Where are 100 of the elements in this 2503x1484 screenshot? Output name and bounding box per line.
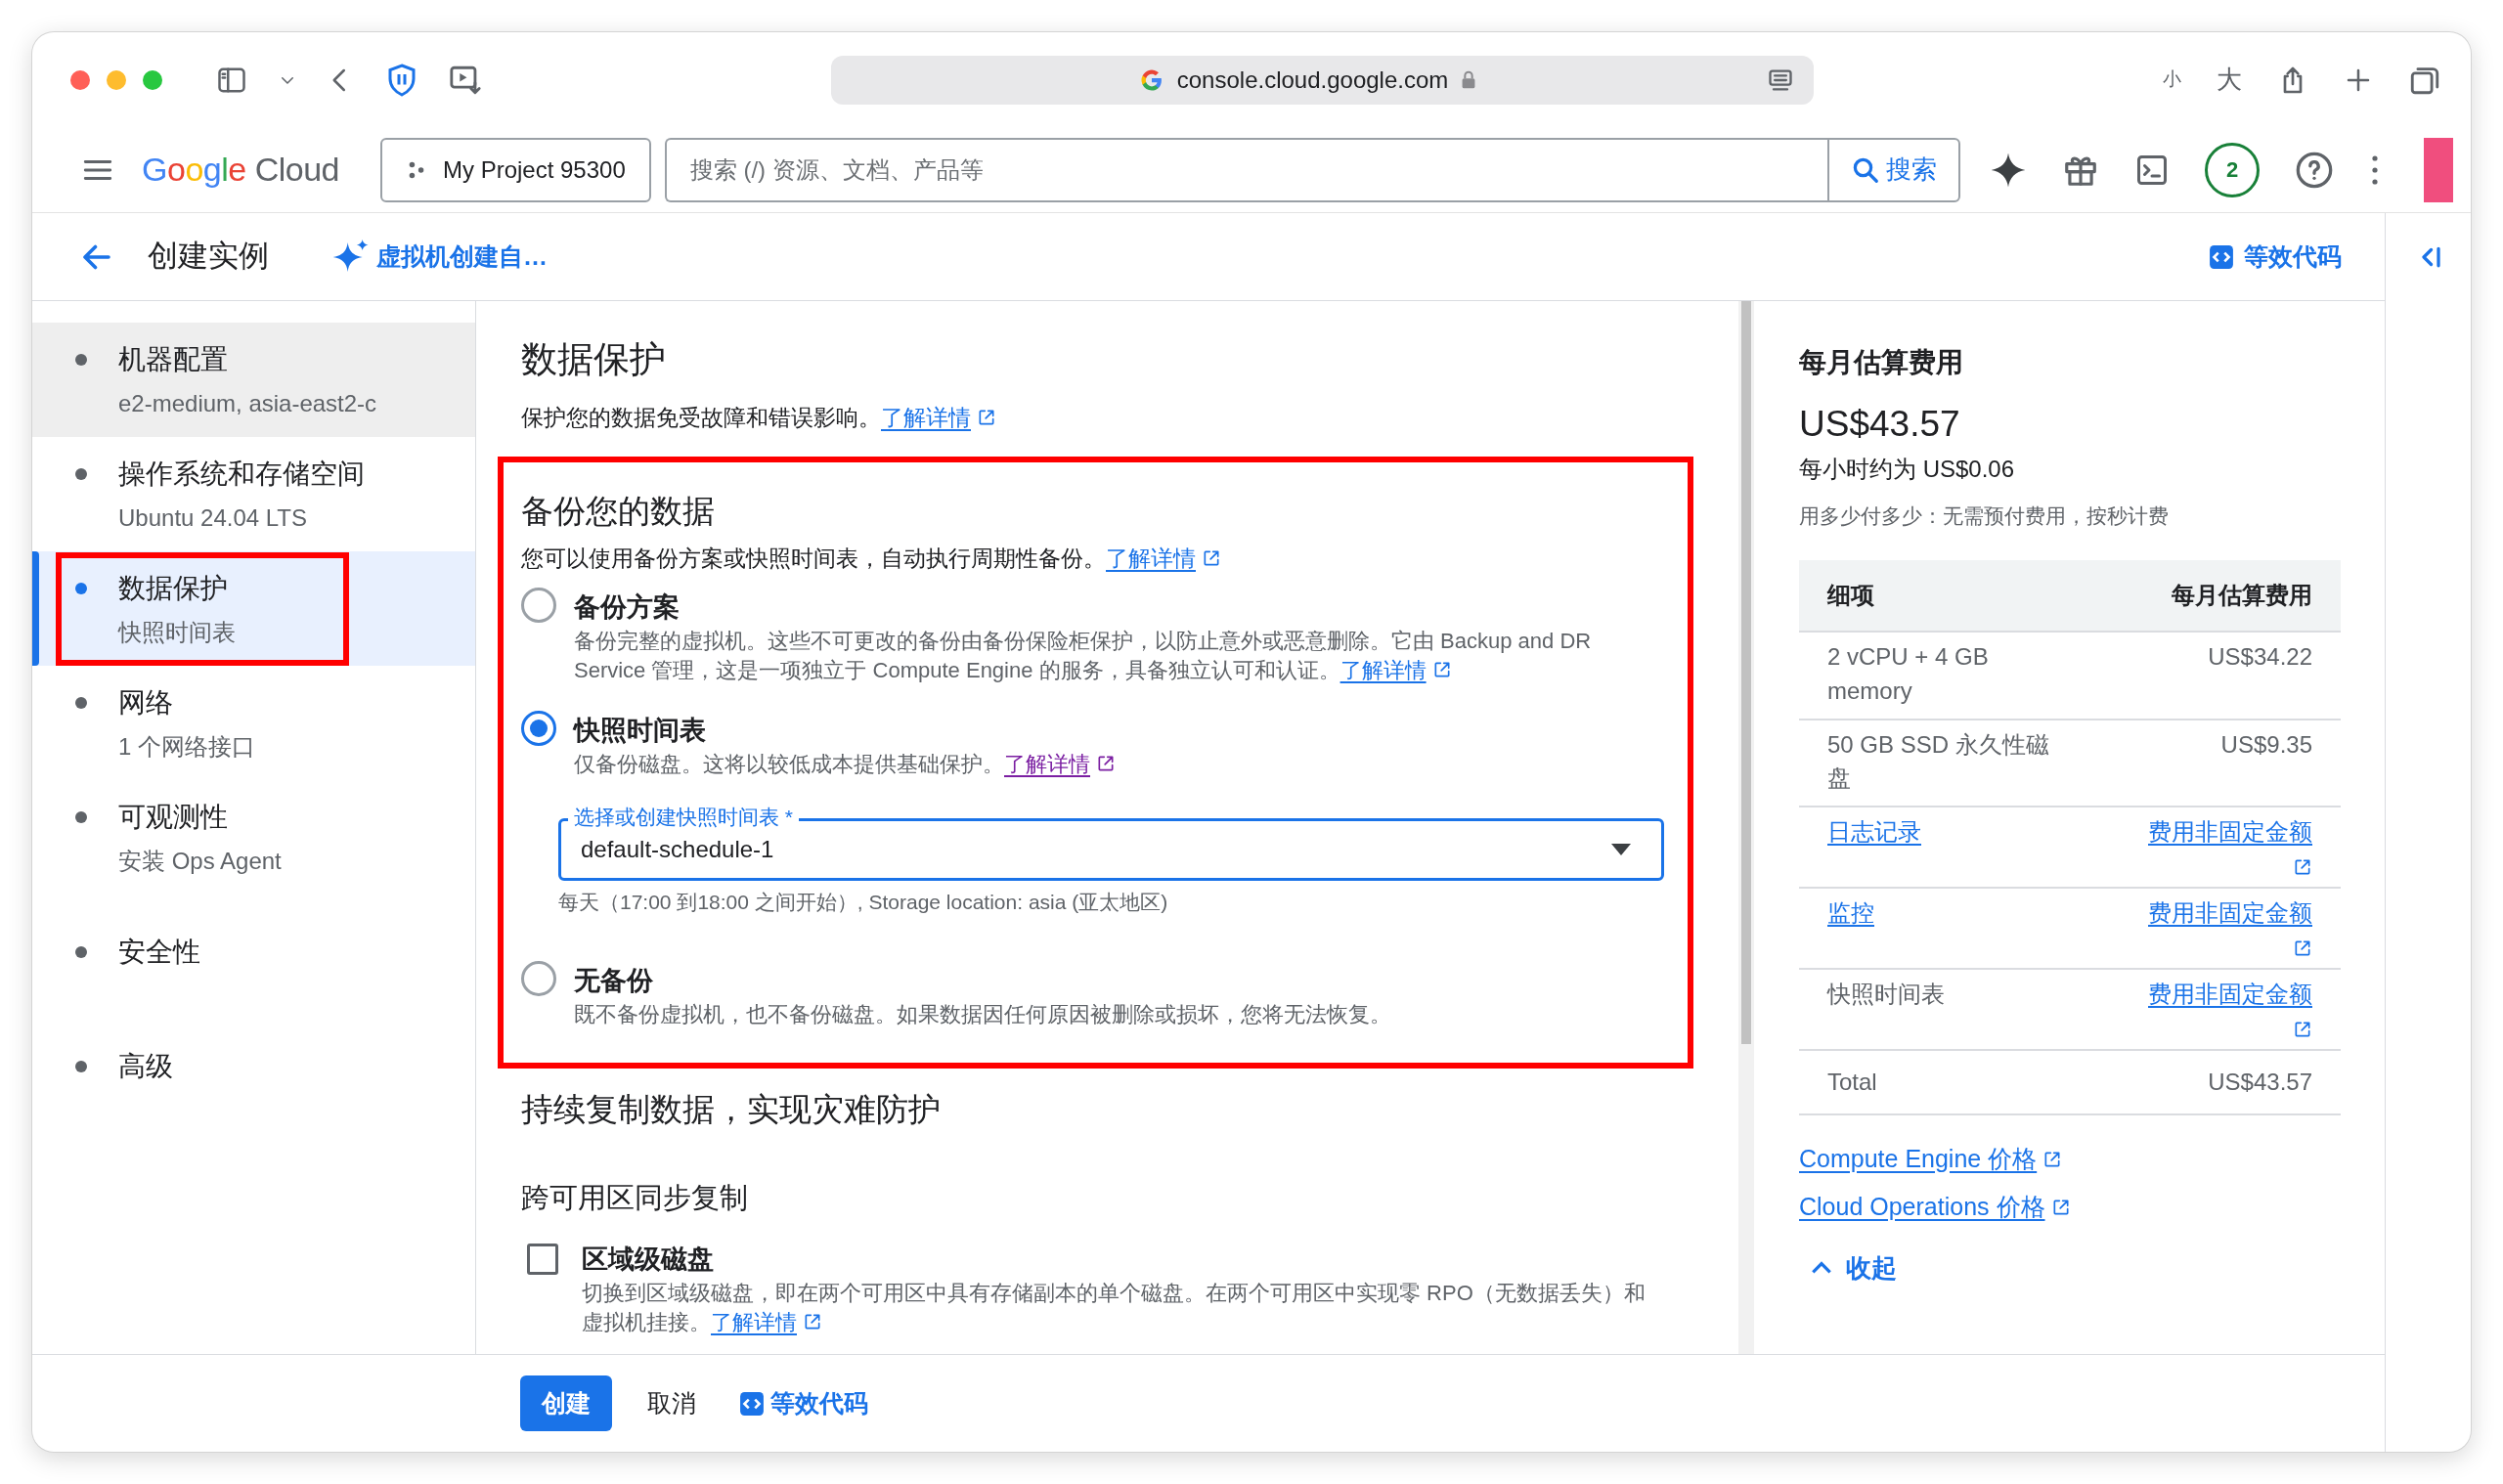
sidebar-item[interactable]: 操作系统和存储空间 Ubuntu 24.04 LTS (32, 437, 475, 551)
step-title: 机器配置 (118, 342, 229, 376)
external-link-icon (2042, 1149, 2063, 1169)
page-title: 创建实例 (148, 238, 269, 276)
google-cloud-logo[interactable]: Google Cloud (142, 145, 339, 195)
help-icon[interactable] (2295, 150, 2334, 190)
cost-link[interactable]: 费用非固定金额 (2148, 977, 2312, 1039)
step-title: 操作系统和存储空间 (118, 457, 365, 491)
group-title: 跨可用区同步复制 (521, 1181, 749, 1216)
section-title: 数据保护 (521, 338, 667, 381)
dropdown-caret-icon (1610, 843, 1632, 857)
bullet-icon (75, 353, 87, 366)
option-label: 备份方案 (574, 591, 681, 624)
column-header: 细项 (1827, 581, 1874, 610)
external-link-icon (1202, 548, 1221, 569)
project-picker-button[interactable]: My Project 95300 (380, 137, 651, 202)
sidebar-item[interactable]: 机器配置 e2-medium, asia-east2-c (32, 323, 475, 437)
line-item: 50 GB SSD 永久性磁盘 (1827, 730, 2049, 792)
bullet-icon (75, 810, 87, 823)
search-button[interactable]: 搜索 (1827, 137, 1960, 202)
radio-button[interactable] (521, 960, 556, 996)
radio-button[interactable] (521, 588, 556, 623)
learn-more-link[interactable]: 了解详情 (1339, 658, 1452, 683)
step-title: 高级 (118, 1049, 173, 1083)
step-subtitle: Ubuntu 24.04 LTS (118, 502, 309, 533)
line-item: 快照时间表 (1827, 980, 1945, 1007)
cost-link[interactable]: 费用非固定金额 (2148, 815, 2312, 877)
step-subtitle: 安装 Ops Agent (118, 846, 282, 876)
external-link-icon (2293, 1019, 2312, 1039)
hourly-cost: 每小时约为 US$0.06 (1799, 454, 2016, 484)
search-field[interactable]: 搜索 (/) 资源、文档、产品等 (664, 137, 1827, 202)
external-link-icon (2293, 938, 2312, 958)
option-description: 仅备份磁盘。这将以较低成本提供基础保护。了解详情 (574, 750, 1664, 780)
code-link[interactable]: 等效代码 (2209, 238, 2342, 276)
external-link-icon (2293, 857, 2312, 877)
subsection-description: 您可以使用备份方案或快照时间表，自动执行周期性备份。了解详情 (521, 542, 1664, 576)
learn-more-link[interactable]: 了解详情 (711, 1310, 822, 1334)
sidebar-item[interactable]: 可观测性 安装 Ops Agent (32, 780, 475, 895)
floating-label: 选择或创建快照时间表 * (568, 805, 799, 830)
bullet-icon (75, 467, 87, 480)
sidebar-item[interactable]: 网络 1 个网络接口 (32, 666, 475, 780)
step-title: 数据保护 (118, 571, 229, 605)
bullet-icon (75, 1060, 87, 1072)
option-label: 区域级磁盘 (582, 1243, 715, 1276)
billing-note: 用多少付多少：无需预付费用，按秒计费 (1799, 502, 2170, 529)
cost-link[interactable]: 费用非固定金额 (2148, 896, 2312, 958)
total-value: US$43.57 (2208, 1067, 2312, 1097)
option-description: 备份完整的虚拟机。这些不可更改的备份由备份保险柜保护，以防止意外或恶意删除。它由 Backup and DR Service 管理，这是一项独立于 Compute Engine 的服务，具备独立认可和认证。了解详情 (574, 628, 1593, 685)
line-item: 2 vCPU + 4 GB memory (1827, 643, 1989, 704)
line-cost: US$34.22 (2208, 643, 2312, 670)
option-description: 既不备份虚拟机，也不备份磁盘。如果数据因任何原因被删除或损坏，您将无法恢复。 (574, 1001, 1392, 1029)
pricing-link[interactable]: Compute Engine 价格 (1799, 1140, 2063, 1178)
url-text: console.cloud.google.com (1176, 65, 1449, 95)
create-button[interactable]: 创建 (520, 1375, 612, 1432)
sidebar-item[interactable]: 安全性 (32, 895, 475, 1009)
step-title: 网络 (118, 685, 174, 720)
scrollbar[interactable] (1738, 301, 1754, 1354)
column-header: 每月估算费用 (2172, 581, 2312, 610)
option-label: 快照时间表 (574, 714, 707, 747)
pricing-link[interactable]: Cloud Operations 价格 (1799, 1189, 2071, 1226)
monthly-total: US$43.57 (1799, 403, 1961, 446)
field-hint: 每天（17:00 到18:00 之间开始）, Storage location: asia (亚太地区) (558, 890, 1169, 916)
more-vert-icon[interactable] (2369, 153, 2381, 187)
sidebar-item[interactable]: 数据保护 快照时间表 (32, 551, 475, 666)
external-link-icon (977, 408, 996, 428)
address-bar[interactable]: console.cloud.google.com (831, 55, 1814, 105)
code-icon (739, 1390, 765, 1417)
line-cost: US$9.35 (2220, 730, 2312, 758)
line-item-link[interactable]: 日志记录 (1827, 818, 1921, 846)
bullet-icon (75, 696, 87, 709)
external-link-icon (1096, 754, 1116, 774)
step-title: 安全性 (118, 935, 200, 969)
cancel-button[interactable]: 取消 (626, 1375, 718, 1432)
text-smaller-button[interactable]: 小 (2163, 65, 2181, 94)
collapse-link[interactable]: 收起 (1799, 1248, 1897, 1288)
bullet-icon (75, 945, 87, 958)
step-subtitle: 快照时间表 (118, 617, 236, 647)
assist-link[interactable]: 虚拟机创建自… (331, 237, 548, 277)
subsection-title: 持续复制数据，实现灾难防护 (521, 1089, 942, 1129)
sidebar-item[interactable]: 高级 (32, 1009, 475, 1123)
external-link-icon (803, 1312, 822, 1331)
option-description: 切换到区域级磁盘，即在两个可用区中具有存储副本的单个磁盘。在两个可用区中实现零 RPO（无数据丢失）和虚拟机挂接。了解详情 (582, 1280, 1647, 1336)
learn-more-link[interactable]: 了解详情 (1106, 546, 1221, 572)
notification-badge[interactable]: 2 (2205, 142, 2260, 197)
step-subtitle: 1 个网络接口 (118, 731, 255, 762)
code-icon (2209, 243, 2234, 270)
learn-more-link[interactable]: 了解详情 (1004, 752, 1116, 777)
step-title: 可观测性 (118, 800, 229, 834)
text-larger-button[interactable]: 大 (2217, 61, 2242, 99)
line-item-link[interactable]: 监控 (1827, 899, 1874, 926)
subsection-title: 备份您的数据 (521, 491, 716, 531)
learn-more-link[interactable]: 了解详情 (881, 405, 996, 431)
code-link[interactable]: 等效代码 (739, 1384, 868, 1422)
total-label: Total (1827, 1067, 1877, 1097)
step-subtitle: e2-medium, asia-east2-c (118, 388, 377, 418)
checkbox[interactable] (527, 1243, 558, 1275)
dropdown-value: default-schedule-1 (581, 835, 775, 865)
bullet-icon (75, 582, 87, 594)
radio-button[interactable] (521, 710, 556, 746)
option-label: 无备份 (574, 964, 654, 997)
